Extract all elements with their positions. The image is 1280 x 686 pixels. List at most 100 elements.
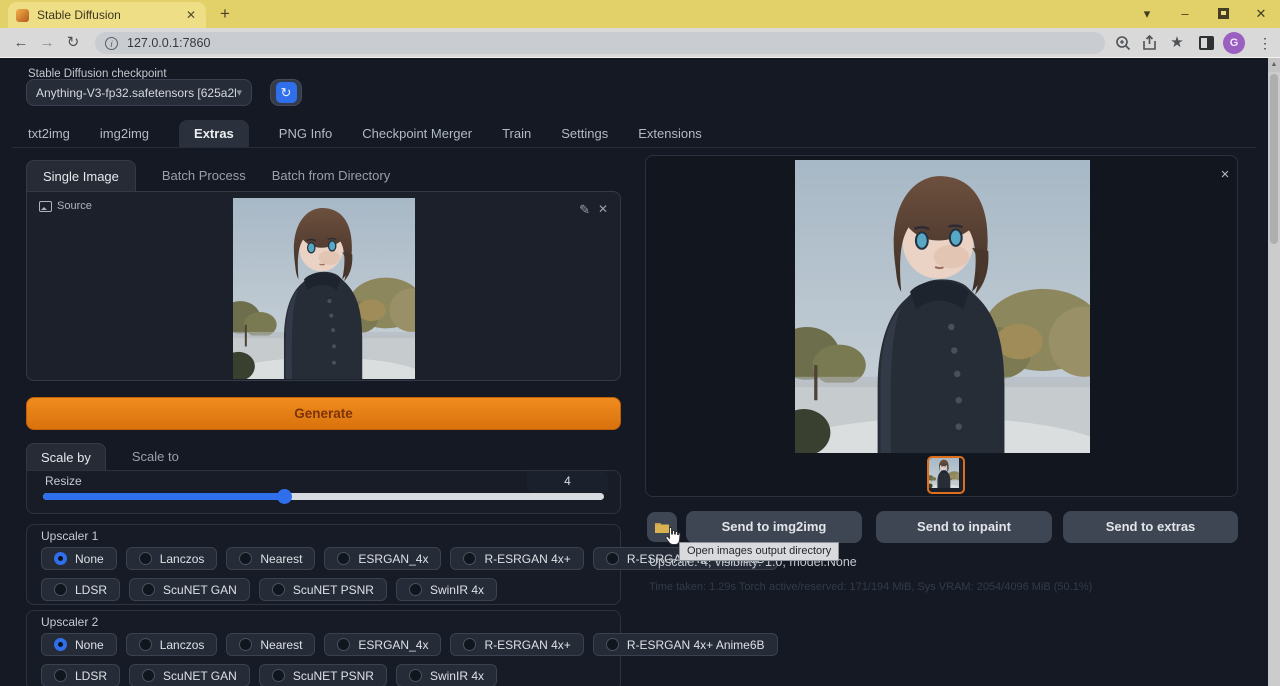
upscaler2-row2: LDSR ScuNET GAN ScuNET PSNR SwinIR 4x [41,664,497,686]
scrollbar-up-icon[interactable]: ▲ [1268,58,1280,72]
radio-selected-icon [54,552,67,565]
resize-label: Resize [45,474,82,488]
image-icon [39,201,52,212]
radio-icon [606,638,619,651]
radio-ldsr[interactable]: LDSR [41,578,120,601]
upscaler1-label: Upscaler 1 [41,529,98,543]
radio-none[interactable]: None [41,633,117,656]
radio-icon [54,583,67,596]
tab-scale-to[interactable]: Scale to [132,443,179,471]
refresh-checkpoint-button[interactable]: ↻ [270,79,302,106]
clear-icon[interactable]: ✕ [598,202,608,216]
radio-icon [142,583,155,596]
bookmark-star-icon[interactable]: ★ [1166,33,1188,53]
resize-slider-fill [43,493,285,500]
checkpoint-dropdown[interactable]: Anything-V3-fp32.safetensors [625a2ba2] … [26,79,252,106]
thumbnail-image [929,458,959,488]
radio-ldsr[interactable]: LDSR [41,664,120,686]
tab-settings[interactable]: Settings [561,120,608,148]
performance-info-text: Time taken: 1.29s Torch active/reserved:… [649,581,1092,593]
radio-swinir-4x[interactable]: SwinIR 4x [396,578,497,601]
tab-batch-from-directory[interactable]: Batch from Directory [272,160,390,191]
radio-scunet-gan[interactable]: ScuNET GAN [129,664,250,686]
radio-nearest[interactable]: Nearest [226,633,315,656]
source-image-dropzone[interactable]: Source ✎ ✕ [26,191,621,381]
tab-scale-by[interactable]: Scale by [26,443,106,471]
edit-icon[interactable]: ✎ [579,202,590,218]
tab-txt2img[interactable]: txt2img [28,120,70,148]
new-tab-button[interactable]: + [214,4,236,26]
radio-lanczos[interactable]: Lanczos [126,633,218,656]
radio-r-esrgan-4x[interactable]: R-ESRGAN 4x+ [450,547,583,570]
radio-icon [139,552,152,565]
radio-esrgan-4x[interactable]: ESRGAN_4x [324,633,441,656]
tooltip: Open images output directory [679,542,839,561]
scrollbar-thumb[interactable] [1270,74,1278,244]
chevron-down-icon: ▾ [236,86,242,99]
send-to-extras-button[interactable]: Send to extras [1063,511,1238,543]
mouse-cursor [664,526,681,546]
tab-train[interactable]: Train [502,120,531,148]
radio-icon [239,552,252,565]
radio-r-esrgan-anime6b[interactable]: R-ESRGAN 4x+ Anime6B [593,633,778,656]
radio-lanczos[interactable]: Lanczos [126,547,218,570]
window-chevron-icon[interactable]: ▾ [1132,0,1162,28]
refresh-icon: ↻ [276,82,297,103]
radio-swinir-4x[interactable]: SwinIR 4x [396,664,497,686]
radio-icon [606,552,619,565]
menu-dots-icon[interactable]: ⋮ [1254,33,1276,53]
radio-esrgan-4x[interactable]: ESRGAN_4x [324,547,441,570]
address-bar[interactable]: i 127.0.0.1:7860 [95,32,1105,54]
forward-icon[interactable]: → [36,33,58,53]
radio-icon [272,669,285,682]
zoom-icon[interactable] [1112,33,1134,53]
minimize-button[interactable]: – [1170,0,1200,28]
back-icon[interactable]: ← [10,33,32,53]
upscaler2-block: Upscaler 2 None Lanczos Nearest ESRGAN_4… [26,610,621,686]
tab-extras[interactable]: Extras [179,120,249,148]
radio-icon [142,669,155,682]
share-icon[interactable] [1139,33,1161,53]
tab-png-info[interactable]: PNG Info [279,120,332,148]
radio-icon [337,638,350,651]
radio-icon [463,552,476,565]
radio-r-esrgan-4x[interactable]: R-ESRGAN 4x+ [450,633,583,656]
tab-extensions[interactable]: Extensions [638,120,702,148]
browser-tab-bar: Stable Diffusion ✕ + ▾ – ✕ [0,0,1280,28]
tab-title: Stable Diffusion [37,8,184,22]
scale-mode-tabs: Scale by Scale to [26,443,179,471]
reload-icon[interactable]: ↻ [62,33,84,53]
radio-scunet-psnr[interactable]: ScuNET PSNR [259,578,387,601]
gallery-close-icon[interactable]: × [1216,166,1234,184]
result-image[interactable] [795,160,1090,453]
radio-nearest[interactable]: Nearest [226,547,315,570]
site-info-icon[interactable]: i [105,37,118,50]
resize-value-input[interactable]: 4 [527,471,608,492]
resize-slider-handle[interactable] [277,489,292,504]
radio-none[interactable]: None [41,547,117,570]
url-text[interactable]: 127.0.0.1:7860 [127,36,210,50]
radio-icon [139,638,152,651]
tab-checkpoint-merger[interactable]: Checkpoint Merger [362,120,472,148]
side-panel-icon[interactable] [1199,36,1214,50]
upscaler1-row2: LDSR ScuNET GAN ScuNET PSNR SwinIR 4x [41,578,497,601]
tab-img2img[interactable]: img2img [100,120,149,148]
avatar[interactable]: G [1223,32,1245,54]
upscaler2-label: Upscaler 2 [41,615,98,629]
maximize-icon [1218,8,1229,19]
send-to-img2img-button[interactable]: Send to img2img [686,511,862,543]
tab-single-image[interactable]: Single Image [26,160,136,191]
checkpoint-value: Anything-V3-fp32.safetensors [625a2ba2] [36,86,236,100]
window-close-button[interactable]: ✕ [1246,0,1276,28]
gallery-thumbnail[interactable] [927,456,965,494]
browser-tab[interactable]: Stable Diffusion ✕ [8,2,206,28]
radio-icon [463,638,476,651]
send-to-inpaint-button[interactable]: Send to inpaint [876,511,1052,543]
maximize-button[interactable] [1208,0,1238,28]
resize-block: Resize 4 [26,470,621,514]
tab-close-icon[interactable]: ✕ [184,8,198,22]
radio-scunet-gan[interactable]: ScuNET GAN [129,578,250,601]
generate-button[interactable]: Generate [26,397,621,430]
radio-scunet-psnr[interactable]: ScuNET PSNR [259,664,387,686]
tab-batch-process[interactable]: Batch Process [162,160,246,191]
